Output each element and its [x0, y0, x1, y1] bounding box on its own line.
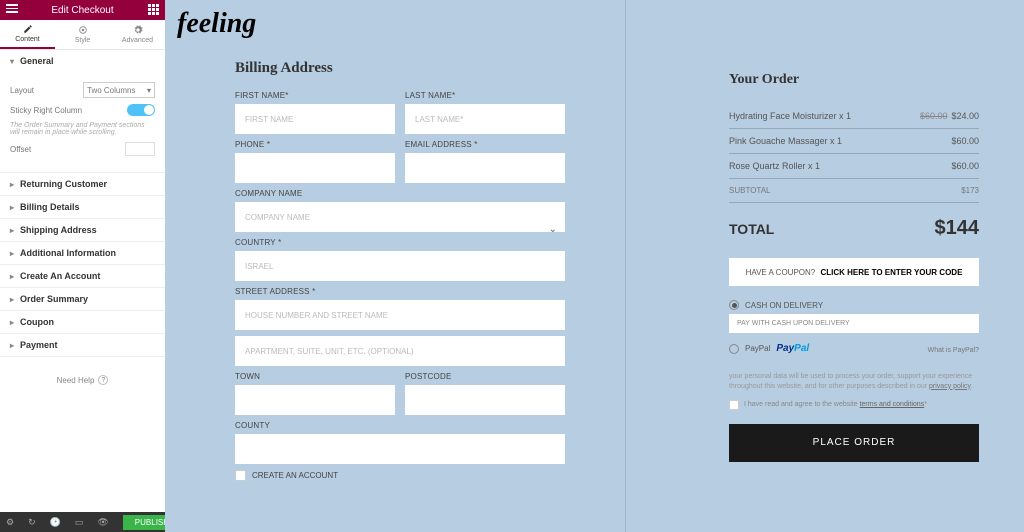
section-additional-information[interactable]: ▸Additional Information: [0, 242, 165, 264]
payment-cod[interactable]: CASH ON DELIVERY: [729, 300, 979, 310]
county-label: COUNTY: [235, 421, 565, 430]
offset-input[interactable]: [125, 142, 155, 156]
settings-icon[interactable]: ⚙: [6, 517, 14, 528]
chevron-right-icon: ▸: [10, 318, 14, 327]
apps-icon[interactable]: [148, 4, 159, 15]
paypal-logo-icon: PayPal: [776, 343, 809, 354]
layout-label: Layout: [10, 86, 34, 95]
last-name-label: LAST NAME*: [405, 91, 565, 100]
order-summary: Your Order Hydrating Face Moisturizer x …: [729, 72, 979, 462]
county-input[interactable]: [235, 434, 565, 464]
order-subtotal: SUBTOTAL $173: [729, 179, 979, 203]
terms-link[interactable]: terms and conditions: [860, 401, 925, 408]
postcode-label: POSTCODE: [405, 372, 565, 381]
what-is-paypal-link[interactable]: What is PayPal?: [928, 347, 979, 354]
cod-note: PAY WITH CASH UPON DELIVERY: [729, 314, 979, 333]
order-line: Hydrating Face Moisturizer x 1 $60.00$24…: [729, 104, 979, 129]
section-shipping-address[interactable]: ▸Shipping Address: [0, 219, 165, 241]
first-name-label: FIRST NAME*: [235, 91, 395, 100]
panel-tabs: Content Style Advanced: [0, 20, 165, 50]
panel-header: Edit Checkout: [0, 0, 165, 20]
chevron-right-icon: ▸: [10, 180, 14, 189]
section-coupon[interactable]: ▸Coupon: [0, 311, 165, 333]
tab-advanced[interactable]: Advanced: [110, 20, 165, 49]
payment-paypal[interactable]: PayPal PayPal: [729, 343, 809, 354]
privacy-policy-link[interactable]: privacy policy: [929, 383, 971, 390]
tab-content[interactable]: Content: [0, 20, 55, 49]
first-name-input[interactable]: FIRST NAME: [235, 104, 395, 134]
chevron-right-icon: ▸: [10, 272, 14, 281]
chevron-down-icon[interactable]: ⌄: [549, 224, 557, 235]
radio-off-icon: [729, 344, 739, 354]
sticky-label: Sticky Right Column: [10, 106, 82, 115]
phone-input[interactable]: [235, 153, 395, 183]
section-payment[interactable]: ▸Payment: [0, 334, 165, 356]
section-billing-details[interactable]: ▸Billing Details: [0, 196, 165, 218]
order-line: Pink Gouache Massager x 1 $60.00: [729, 129, 979, 154]
checkbox-icon: [729, 400, 739, 410]
country-label: COUNTRY *: [235, 238, 565, 247]
panel-title: Edit Checkout: [51, 5, 113, 16]
sticky-toggle[interactable]: [127, 104, 155, 116]
country-select[interactable]: ISRAEL: [235, 251, 565, 281]
radio-on-icon: [729, 300, 739, 310]
need-help[interactable]: Need Help ?: [0, 357, 165, 403]
preview-canvas: feeling Billing Address FIRST NAME* FIRS…: [165, 0, 1024, 532]
create-account-checkbox[interactable]: CREATE AN ACCOUNT: [235, 470, 565, 481]
billing-heading: Billing Address: [235, 60, 565, 77]
layout-select[interactable]: Two Columns ▾: [83, 82, 155, 98]
town-label: TOWN: [235, 372, 395, 381]
email-label: EMAIL ADDRESS *: [405, 140, 565, 149]
checkbox-icon: [235, 470, 246, 481]
chevron-right-icon: ▸: [10, 226, 14, 235]
postcode-input[interactable]: [405, 385, 565, 415]
order-total: TOTAL $144: [729, 203, 979, 258]
responsive-icon[interactable]: ▭: [75, 517, 84, 528]
menu-icon[interactable]: [6, 4, 18, 13]
help-icon: ?: [98, 375, 108, 385]
panel-body: ▾ General Layout Two Columns ▾ Sticky Ri…: [0, 50, 165, 532]
company-label: COMPANY NAME: [235, 189, 565, 198]
street-input-1[interactable]: HOUSE NUMBER AND STREET NAME: [235, 300, 565, 330]
last-name-input[interactable]: LAST NAME*: [405, 104, 565, 134]
revisions-icon[interactable]: ↻: [28, 517, 36, 528]
place-order-button[interactable]: PLACE ORDER: [729, 424, 979, 462]
company-input[interactable]: COMPANY NAME: [235, 202, 565, 232]
chevron-down-icon: ▾: [10, 57, 14, 66]
street-input-2[interactable]: APARTMENT, SUITE, UNIT, ETC. (OPTIONAL): [235, 336, 565, 366]
sticky-note: The Order Summary and Payment sections w…: [10, 122, 155, 136]
privacy-text: your personal data will be used to proce…: [729, 372, 979, 392]
street-label: STREET ADDRESS *: [235, 287, 565, 296]
section-create-account[interactable]: ▸Create An Account: [0, 265, 165, 287]
chevron-right-icon: ▸: [10, 203, 14, 212]
order-heading: Your Order: [729, 72, 979, 88]
style-icon: [78, 25, 88, 35]
section-general[interactable]: ▾ General: [0, 50, 165, 72]
pencil-icon: [23, 24, 33, 34]
billing-form: Billing Address FIRST NAME* FIRST NAME L…: [235, 60, 565, 481]
chevron-right-icon: ▸: [10, 295, 14, 304]
town-input[interactable]: [235, 385, 395, 415]
tab-style[interactable]: Style: [55, 20, 110, 49]
preview-icon[interactable]: 👁: [97, 517, 108, 528]
panel-footer: ⚙ ↻ 🕑 ▭ 👁 PUBLISH ▴: [0, 512, 165, 532]
gear-icon: [133, 25, 143, 35]
history-icon[interactable]: 🕑: [50, 517, 61, 528]
chevron-down-icon: ▾: [147, 86, 151, 95]
editor-panel: Edit Checkout Content Style Advanced ▾ G…: [0, 0, 165, 532]
email-input[interactable]: [405, 153, 565, 183]
chevron-right-icon: ▸: [10, 341, 14, 350]
column-divider: [625, 0, 626, 532]
terms-checkbox[interactable]: I have read and agree to the website ter…: [729, 400, 979, 410]
phone-label: PHONE *: [235, 140, 395, 149]
order-line: Rose Quartz Roller x 1 $60.00: [729, 154, 979, 179]
section-returning-customer[interactable]: ▸Returning Customer: [0, 173, 165, 195]
coupon-toggle[interactable]: HAVE A COUPON? CLICK HERE TO ENTER YOUR …: [729, 258, 979, 286]
site-logo: feeling: [177, 8, 256, 40]
section-order-summary[interactable]: ▸Order Summary: [0, 288, 165, 310]
chevron-right-icon: ▸: [10, 249, 14, 258]
offset-label: Offset: [10, 145, 31, 154]
